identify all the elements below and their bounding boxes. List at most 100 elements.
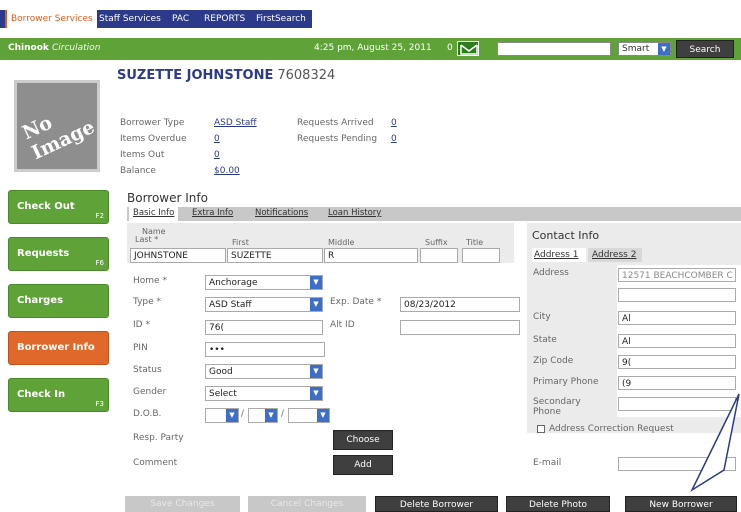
gender-select-value: Select xyxy=(209,389,237,399)
nav-requests-label: Requests xyxy=(17,248,70,259)
exp-date-field[interactable]: 08/23/2012 xyxy=(400,297,520,312)
tab-notifications[interactable]: Notifications xyxy=(251,207,312,221)
nav-borrower-info-label: Borrower Info xyxy=(17,342,95,353)
last-name-field[interactable]: JOHNSTONE xyxy=(130,248,226,263)
gender-select[interactable]: Select ▼ xyxy=(205,386,323,401)
dob-label: D.O.B. xyxy=(133,409,162,419)
state-field[interactable]: Al xyxy=(618,334,736,348)
items-out-link[interactable]: 0 xyxy=(214,150,220,160)
type-select-value: ASD Staff xyxy=(209,300,252,310)
tab-firstsearch[interactable]: FirstSearch xyxy=(252,10,310,28)
dob-month-select[interactable]: ▼ xyxy=(205,408,239,423)
type-label: Type * xyxy=(133,297,162,307)
borrower-number: 7608324 xyxy=(277,68,336,83)
requests-pending-link[interactable]: 0 xyxy=(391,134,397,144)
chevron-down-icon: ▼ xyxy=(310,298,322,311)
requests-arrived-link[interactable]: 0 xyxy=(391,118,397,128)
zip-code-label: Zip Code xyxy=(533,356,574,366)
brand-subtitle: Circulation xyxy=(52,43,101,53)
dob-year-select[interactable]: ▼ xyxy=(288,408,330,423)
chevron-down-icon: ▼ xyxy=(658,43,670,55)
nav-charges-button[interactable]: Charges xyxy=(8,284,109,318)
tab-loan-history[interactable]: Loan History xyxy=(324,207,385,221)
home-select[interactable]: Anchorage ▼ xyxy=(205,275,323,290)
app-brand: Chinook Circulation xyxy=(8,43,100,53)
last-name-label: Last * xyxy=(135,235,159,244)
save-changes-button[interactable]: Save Changes xyxy=(125,496,240,512)
type-select[interactable]: ASD Staff ▼ xyxy=(205,297,323,312)
tab-reports[interactable]: REPORTS xyxy=(200,10,249,28)
email-label: E-mail xyxy=(533,458,562,468)
home-label: Home * xyxy=(133,276,167,286)
tab-pac[interactable]: PAC xyxy=(168,10,193,28)
tab-borrower-services[interactable]: Borrower Services xyxy=(5,10,97,28)
id-field[interactable]: 76( xyxy=(205,320,323,335)
mail-icon[interactable] xyxy=(457,41,479,56)
city-label: City xyxy=(533,312,551,322)
pin-label: PIN xyxy=(133,343,148,353)
items-out-label: Items Out xyxy=(120,150,165,160)
tab-basic-info[interactable]: Basic Info xyxy=(129,207,179,221)
suffix-field[interactable] xyxy=(420,248,458,263)
middle-name-field[interactable]: R xyxy=(324,248,418,263)
secondary-phone-label: Secondary Phone xyxy=(533,397,581,417)
alt-id-label: Alt ID xyxy=(330,320,355,330)
status-label: Status xyxy=(133,365,162,375)
choose-button[interactable]: Choose xyxy=(333,430,393,450)
section-title: Borrower Info xyxy=(127,191,208,205)
delete-borrower-button[interactable]: Delete Borrower xyxy=(375,496,498,512)
balance-label: Balance xyxy=(120,166,156,176)
items-overdue-link[interactable]: 0 xyxy=(214,134,220,144)
city-field[interactable]: Al xyxy=(618,311,736,325)
suffix-label: Suffix xyxy=(425,238,448,247)
borrower-type-link[interactable]: ASD Staff xyxy=(214,118,257,128)
nav-check-out-button[interactable]: Check Out F2 xyxy=(8,190,109,224)
dob-separator: / xyxy=(241,409,245,419)
delete-photo-button[interactable]: Delete Photo xyxy=(506,496,610,512)
app-header: Chinook Circulation 4:25 pm, August 25, … xyxy=(0,38,741,60)
address-correction-checkbox[interactable] xyxy=(537,425,545,433)
requests-pending-label: Requests Pending xyxy=(297,134,378,144)
first-name-label: First xyxy=(232,238,249,247)
search-scope-select[interactable]: Smart ▼ xyxy=(618,42,671,56)
primary-phone-field[interactable]: (9 xyxy=(618,376,736,390)
zip-code-field[interactable]: 9( xyxy=(618,355,736,369)
search-button[interactable]: Search xyxy=(676,40,734,58)
pin-field[interactable]: ••• xyxy=(205,342,325,357)
address-field[interactable]: 12571 BEACHCOMBER C xyxy=(618,268,736,282)
balance-link[interactable]: $0.00 xyxy=(214,166,240,176)
title-label: Title xyxy=(466,238,484,247)
nav-check-out-key: F2 xyxy=(95,212,104,220)
no-image-text: No Image xyxy=(19,111,99,165)
alt-id-field[interactable] xyxy=(400,320,520,335)
nav-check-in-key: F3 xyxy=(95,400,104,408)
id-label: ID * xyxy=(133,320,150,330)
dob-day-select[interactable]: ▼ xyxy=(248,408,278,423)
top-tab-bar: Borrower Services Staff Services PAC REP… xyxy=(0,0,741,28)
borrower-photo-placeholder: No Image xyxy=(14,80,100,172)
chevron-down-icon: ▼ xyxy=(310,387,322,400)
nav-requests-button[interactable]: Requests F6 xyxy=(8,237,109,271)
address-correction-label: Address Correction Request xyxy=(549,424,674,434)
nav-borrower-info-button[interactable]: Borrower Info xyxy=(8,331,109,365)
status-select[interactable]: Good ▼ xyxy=(205,364,323,379)
first-name-field[interactable]: SUZETTE xyxy=(227,248,323,263)
tab-staff-services[interactable]: Staff Services xyxy=(95,10,165,28)
current-time: 4:25 pm, August 25, 2011 xyxy=(314,43,432,53)
primary-phone-label: Primary Phone xyxy=(533,377,599,387)
borrower-name-text: SUZETTE JOHNSTONE xyxy=(117,68,274,83)
cancel-changes-button[interactable]: Cancel Changes xyxy=(248,496,366,512)
tab-address-1[interactable]: Address 1 xyxy=(532,248,586,262)
chevron-down-icon: ▼ xyxy=(310,365,322,378)
resp-party-label: Resp. Party xyxy=(133,433,184,443)
nav-charges-label: Charges xyxy=(17,295,64,306)
nav-check-in-button[interactable]: Check In F3 xyxy=(8,378,109,412)
search-scope-value: Smart xyxy=(622,44,650,54)
tab-address-2[interactable]: Address 2 xyxy=(588,248,642,262)
title-field[interactable] xyxy=(462,248,500,263)
tab-extra-info[interactable]: Extra Info xyxy=(188,207,237,221)
address-line-2-field[interactable] xyxy=(618,288,736,302)
add-comment-button[interactable]: Add xyxy=(333,455,393,475)
search-input[interactable] xyxy=(497,42,611,56)
state-label: State xyxy=(533,335,557,345)
